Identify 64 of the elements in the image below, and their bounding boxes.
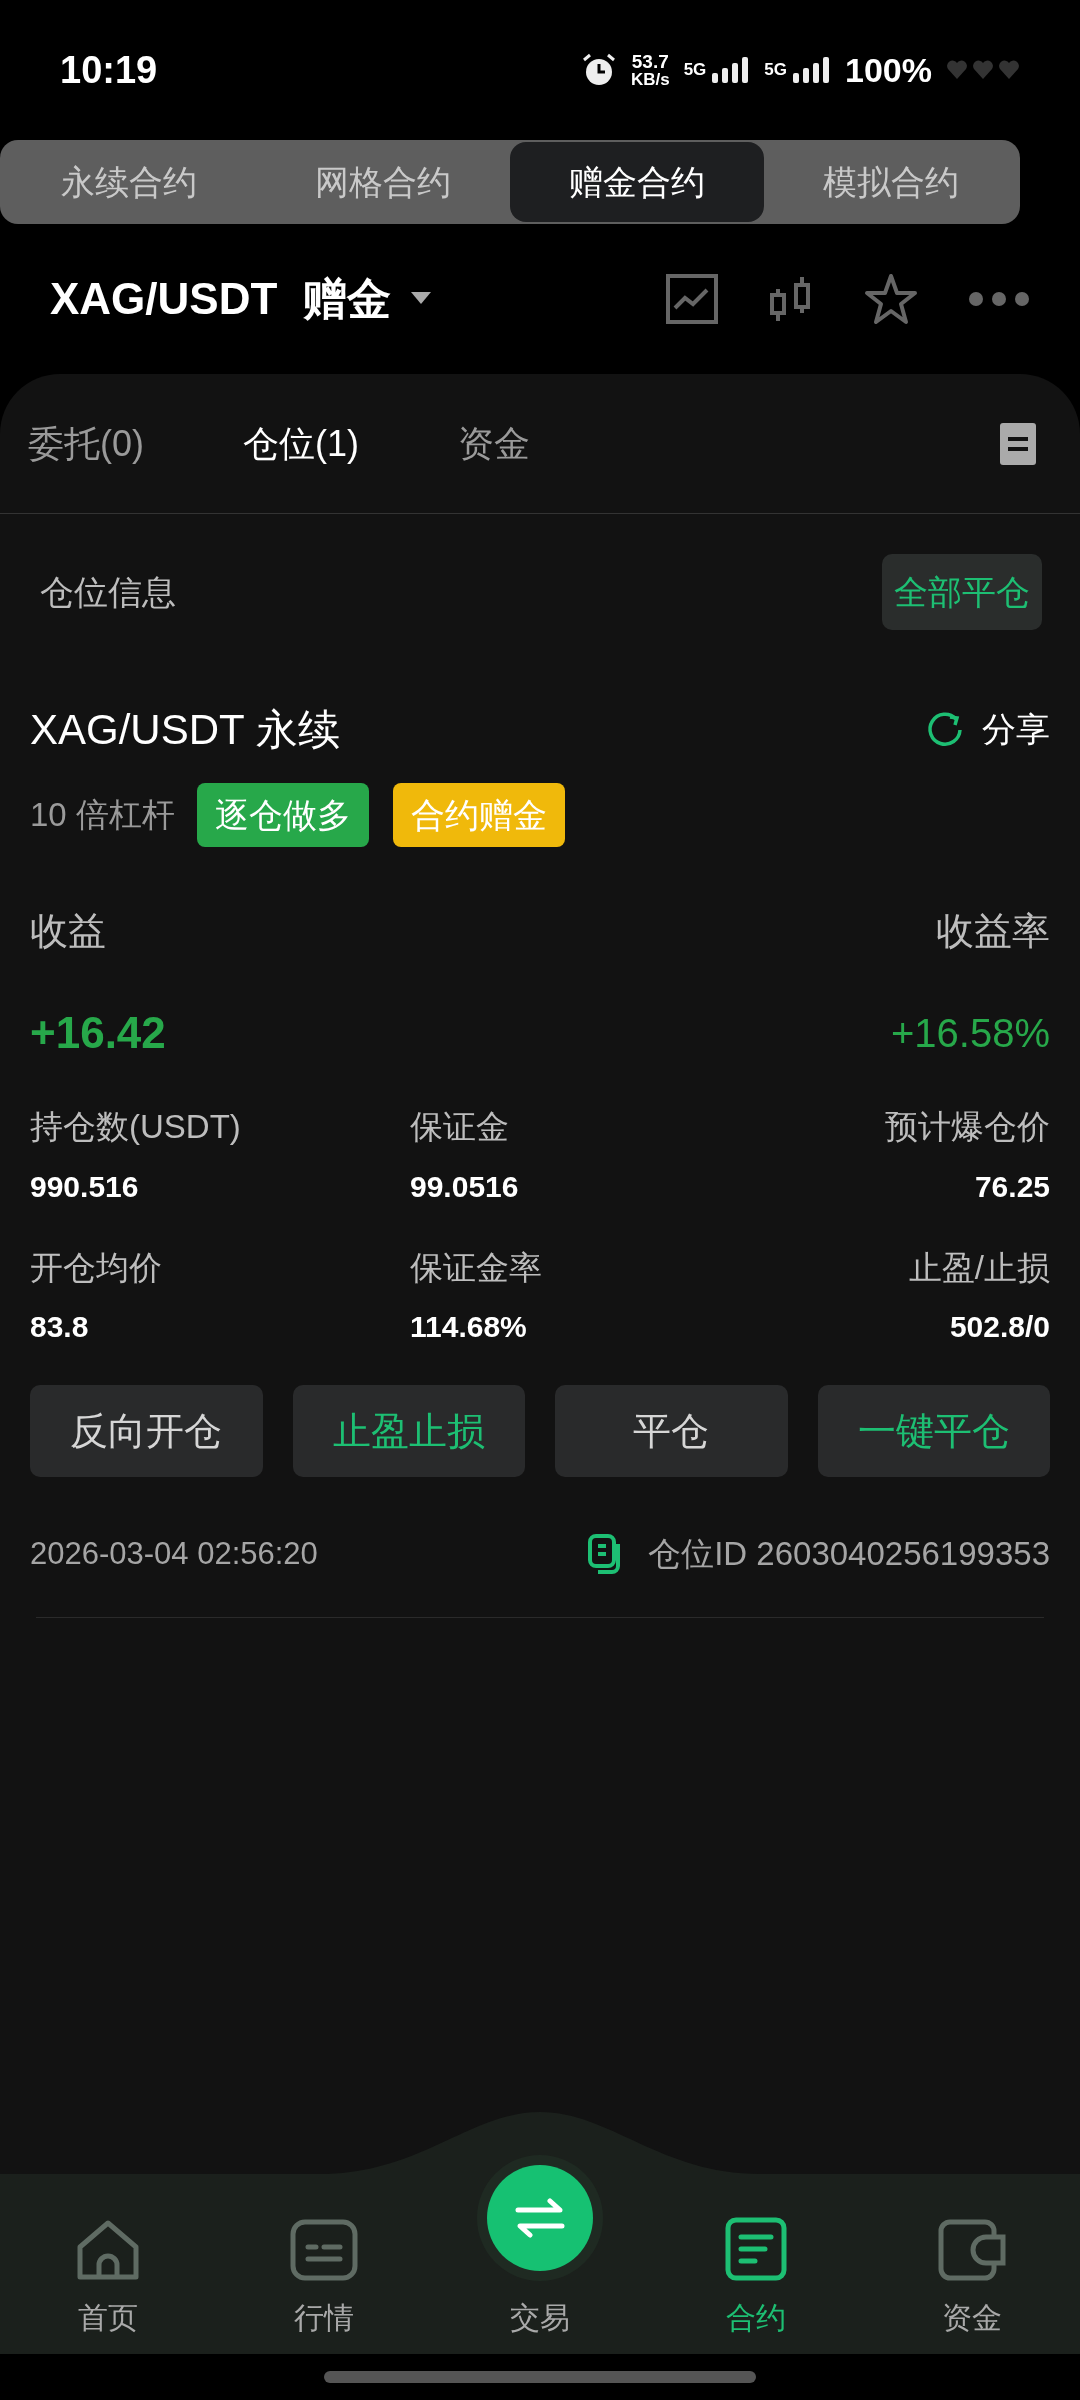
more-icon[interactable] — [968, 291, 1030, 307]
nav-tab[interactable]: 合约 — [648, 2217, 864, 2340]
pair-title: XAG/USDT — [50, 273, 278, 325]
share-button[interactable]: 分享 — [926, 704, 1050, 755]
signal-icon — [791, 57, 832, 83]
stat-value: 502.8/0 — [949, 1309, 1050, 1345]
network-speed: 53.7 — [631, 52, 669, 71]
stat-label: 持仓数(USDT) — [30, 1107, 241, 1147]
hearts-icon — [946, 60, 1020, 80]
position-tag: 合约赠金 — [392, 783, 565, 847]
battery-level: 100% — [845, 49, 932, 91]
stat-value: 114.68% — [410, 1309, 527, 1345]
pnl-value: +16.42 — [30, 1007, 166, 1059]
home-icon — [75, 2219, 141, 2281]
product-tab[interactable]: 网格合约 — [256, 142, 510, 222]
nav-tab[interactable]: 首页 — [0, 2219, 216, 2340]
action-button[interactable]: 止盈止损 — [292, 1385, 525, 1477]
position-id: 仓位ID 2603040256199353 — [648, 1534, 1050, 1574]
stat-value: 99.0516 — [410, 1168, 519, 1205]
stat-label: 保证金率 — [410, 1247, 542, 1288]
nav-tab[interactable]: 交易 — [432, 2155, 648, 2340]
close-all-button[interactable]: 全部平仓 — [882, 554, 1042, 630]
product-tab[interactable]: 永续合约 — [2, 142, 256, 222]
stat-value: 990.516 — [30, 1168, 139, 1205]
wallet-icon — [938, 2219, 1006, 2281]
stat-value: 83.8 — [30, 1309, 89, 1345]
stat-label: 止盈/止损 — [908, 1247, 1050, 1288]
product-tab[interactable]: 赠金合约 — [510, 142, 764, 222]
market-icon — [290, 2219, 358, 2281]
trade-icon — [487, 2165, 593, 2271]
signal-icon — [710, 57, 751, 83]
nav-tab[interactable]: 行情 — [216, 2219, 432, 2340]
action-button[interactable]: 平仓 — [555, 1385, 788, 1477]
share-icon — [926, 710, 964, 749]
document-icon — [725, 2217, 787, 2281]
action-button[interactable]: 反向开仓 — [30, 1385, 263, 1477]
line-chart-icon[interactable] — [666, 274, 718, 324]
open-time: 2026-03-04 02:56:20 — [30, 1534, 318, 1573]
nav-tab[interactable]: 资金 — [864, 2219, 1080, 2340]
star-icon[interactable] — [864, 273, 918, 325]
stat-label: 保证金 — [410, 1107, 509, 1147]
sub-tab[interactable]: 委托(0) — [28, 416, 243, 471]
sub-tab[interactable]: 资金 — [458, 416, 673, 471]
position-tag: 逐仓做多 — [196, 783, 369, 847]
mode-dropdown[interactable]: 赠金 — [303, 266, 432, 332]
action-button[interactable]: 一键平仓 — [817, 1385, 1050, 1477]
sub-tab[interactable]: 仓位(1) — [243, 416, 458, 471]
section-title: 仓位信息 — [40, 571, 176, 613]
alarm-icon — [580, 52, 617, 88]
document-icon[interactable] — [1000, 422, 1036, 465]
position-symbol: XAG/USDT 永续 — [30, 705, 340, 755]
speed-unit: KB/s — [630, 71, 670, 88]
stat-value: 76.25 — [974, 1168, 1050, 1205]
pnl-label: 收益 — [30, 909, 106, 954]
status-time: 10:19 — [60, 47, 158, 93]
roe-label: 收益率 — [936, 909, 1050, 954]
stat-label: 预计爆仓价 — [885, 1107, 1050, 1147]
stat-label: 开仓均价 — [30, 1247, 162, 1288]
product-tab[interactable]: 模拟合约 — [764, 142, 1018, 222]
roe-value: +16.58% — [890, 1010, 1050, 1057]
network-type: 5G — [764, 59, 788, 81]
caret-icon — [411, 292, 432, 306]
network-type: 5G — [683, 59, 707, 81]
leverage-label: 10 倍杠杆 — [30, 795, 175, 836]
